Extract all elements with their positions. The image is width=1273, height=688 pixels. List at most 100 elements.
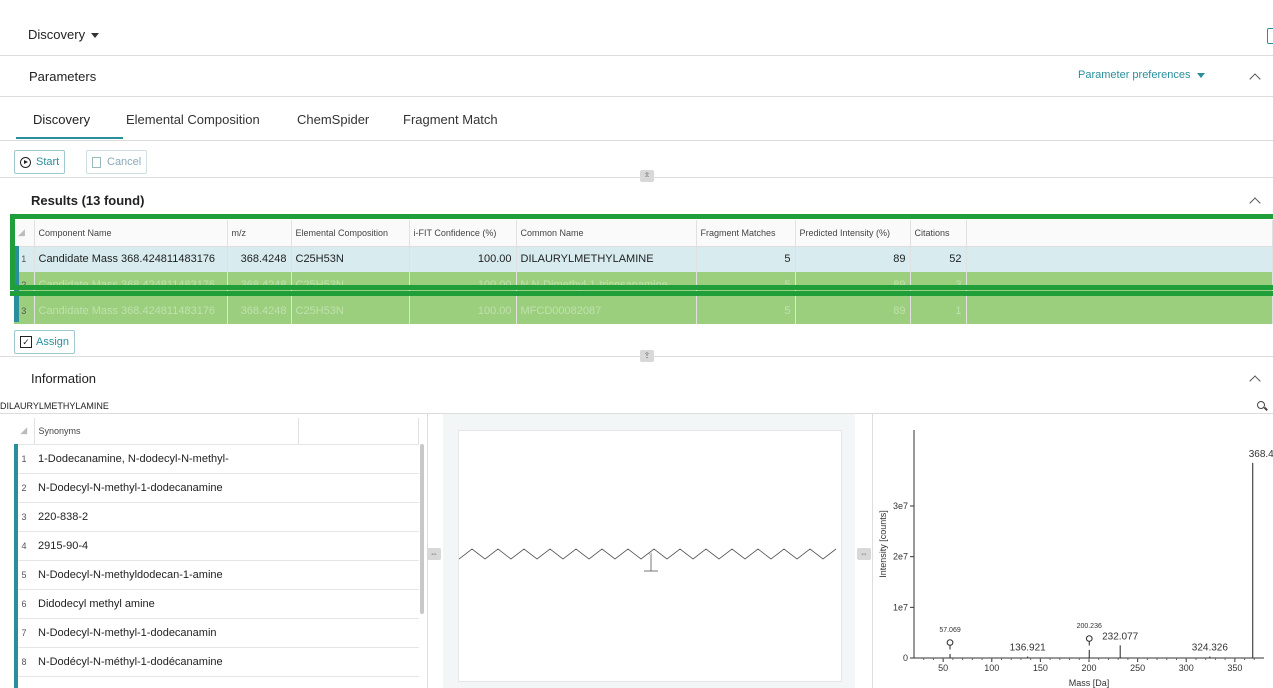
col-fragment-matches[interactable]: Fragment Matches [696,220,796,247]
cell-component-name: Candidate Mass 368.424811483176 [34,246,228,272]
list-item[interactable]: 7 N-Dodecyl-N-methyl-1-dodecanamin [14,618,419,648]
x-tick-label: 50 [938,663,948,673]
start-button[interactable]: Start [14,150,66,174]
parameter-preferences-dropdown[interactable]: Parameter preferences [1078,69,1205,81]
panel-toggle-icon[interactable] [1267,28,1273,44]
parameters-title: Parameters [29,69,97,84]
col-filler [966,220,1273,247]
select-all-corner[interactable]: ◢ [14,220,35,247]
cell-composition: C25H53N [291,298,410,324]
divider [0,140,1273,141]
cell-confidence: 100.00 [409,298,517,324]
select-all-corner[interactable]: ◢ [14,418,35,445]
list-item[interactable]: 8 N-Dodécyl-N-méthyl-1-dodécanamine [14,647,419,677]
divider [0,356,1273,357]
x-axis-label: Mass [Da] [1069,678,1110,688]
x-tick-label: 350 [1227,663,1242,673]
list-item[interactable]: 6 Didodecyl methyl amine [14,589,419,619]
peak-label: 200.236 [1077,623,1102,630]
y-tick-label: 0 [903,653,908,663]
divider [0,55,1273,56]
x-tick-label: 150 [1033,663,1048,673]
list-item[interactable]: 4 2915-90-4 [14,531,419,561]
table-row[interactable]: 1 Candidate Mass 368.424811483176 368.42… [14,246,1273,272]
start-label: Start [36,156,60,168]
col-citations[interactable]: Citations [910,220,967,247]
discovery-dropdown[interactable]: Discovery [28,27,100,42]
cell-common-name: MFCD00082087 [516,298,697,324]
divider [0,177,1273,178]
discovery-title: Discovery [28,27,86,42]
list-item[interactable]: 2 N-Dodecyl-N-methyl-1-dodecanamine [14,473,419,503]
cancel-button[interactable]: Cancel [86,150,148,174]
splitter-handle[interactable]: ⇳ [640,170,654,182]
synonym-text: 2915-90-4 [34,531,419,561]
x-tick-label: 300 [1179,663,1194,673]
synonym-text: N-Dodecyl-N-methyldodecan-1-amine [34,560,419,590]
tab-chemspider[interactable]: ChemSpider [297,112,369,127]
cell-citations: 52 [910,246,967,272]
information-title: Information [31,371,97,386]
cell-predicted-intensity: 89 [795,298,911,324]
collapse-results-icon[interactable] [1249,197,1261,209]
synonyms-table: ◢ Synonyms 1 1-Dodecanamine, N-dodecyl-N-… [14,418,419,677]
splitter-handle[interactable]: ⇔ [857,548,871,560]
col-mz[interactable]: m/z [227,220,292,247]
synonym-text: 220-838-2 [34,502,419,532]
col-filler [298,418,419,445]
synonym-text: 1-Dodecanamine, N-dodecyl-N-methyl- [34,444,419,474]
results-table: ◢ Component Name m/z Elemental Compositi… [14,220,1273,324]
structure-canvas: N [458,430,842,682]
play-icon [20,156,31,168]
y-tick-label: 2e7 [893,552,908,562]
highlight-box-lower-edge [10,291,1273,296]
fragment-icon: ⚲ [1085,633,1094,647]
peak-label: 324.326 [1192,642,1229,653]
synonyms-header-row: ◢ Synonyms [14,418,419,445]
cell-confidence: 100.00 [409,246,517,272]
parameter-preferences-label: Parameter preferences [1078,69,1191,81]
cell-fragment-matches: 5 [696,246,796,272]
collapse-parameters-icon[interactable] [1249,73,1261,85]
synonyms-indicator-strip [14,444,18,688]
cell-predicted-intensity: 89 [795,246,911,272]
col-predicted-intensity[interactable]: Predicted Intensity (%) [795,220,911,247]
peak-label: 136.921 [1010,642,1047,653]
col-synonyms[interactable]: Synonyms [34,418,299,445]
table-row[interactable]: 3 Candidate Mass 368.424811483176 368.42… [14,298,1273,324]
tab-discovery[interactable]: Discovery [33,112,90,127]
col-common-name[interactable]: Common Name [516,220,697,247]
panel-border [872,414,873,688]
synonym-text: N-Dodecyl-N-methyl-1-dodecanamine [34,473,419,503]
peak-label: 57.069 [939,627,961,634]
mass-spectrum-chart: 0 1e7 2e7 3e7 50 100 150 200 250 300 350 Mass [Da] I… [878,430,1273,688]
peak-label: 368.425* [1249,449,1273,460]
assign-button[interactable]: ✓ Assign [14,330,76,354]
list-item[interactable]: 5 N-Dodecyl-N-methyldodecan-1-amine [14,560,419,590]
col-ifit-confidence[interactable]: i-FIT Confidence (%) [409,220,517,247]
results-title: Results (13 found) [31,193,145,208]
y-tick-label: 3e7 [893,501,908,511]
cell-citations: 1 [910,298,967,324]
col-elemental-composition[interactable]: Elemental Composition [291,220,410,247]
y-axis-label: Intensity [counts] [878,510,888,578]
synonym-text: N-Dodécyl-N-méthyl-1-dodécanamine [34,647,419,677]
splitter-handle[interactable]: ⇔ [427,548,441,560]
cell-fragment-matches: 5 [696,298,796,324]
fragment-icon: ⚲ [946,637,955,651]
collapse-information-icon[interactable] [1249,375,1261,387]
list-item[interactable]: 3 220-838-2 [14,502,419,532]
active-tab-indicator [16,137,123,139]
synonym-text: N-Dodecyl-N-methyl-1-dodecanamin [34,618,419,648]
chevron-down-icon [91,33,100,39]
synonyms-scrollbar[interactable] [420,444,424,614]
list-item[interactable]: 1 1-Dodecanamine, N-dodecyl-N-methyl- [14,444,419,474]
assign-label: Assign [36,336,70,348]
tab-fragment-match[interactable]: Fragment Match [403,112,498,127]
tab-elemental-composition[interactable]: Elemental Composition [126,112,260,127]
row-indicator-strip [14,246,19,322]
x-tick-label: 100 [984,663,999,673]
col-component-name[interactable]: Component Name [34,220,228,247]
checkbox-icon: ✓ [20,336,32,348]
cell-common-name: DILAURYLMETHYLAMINE [516,246,697,272]
